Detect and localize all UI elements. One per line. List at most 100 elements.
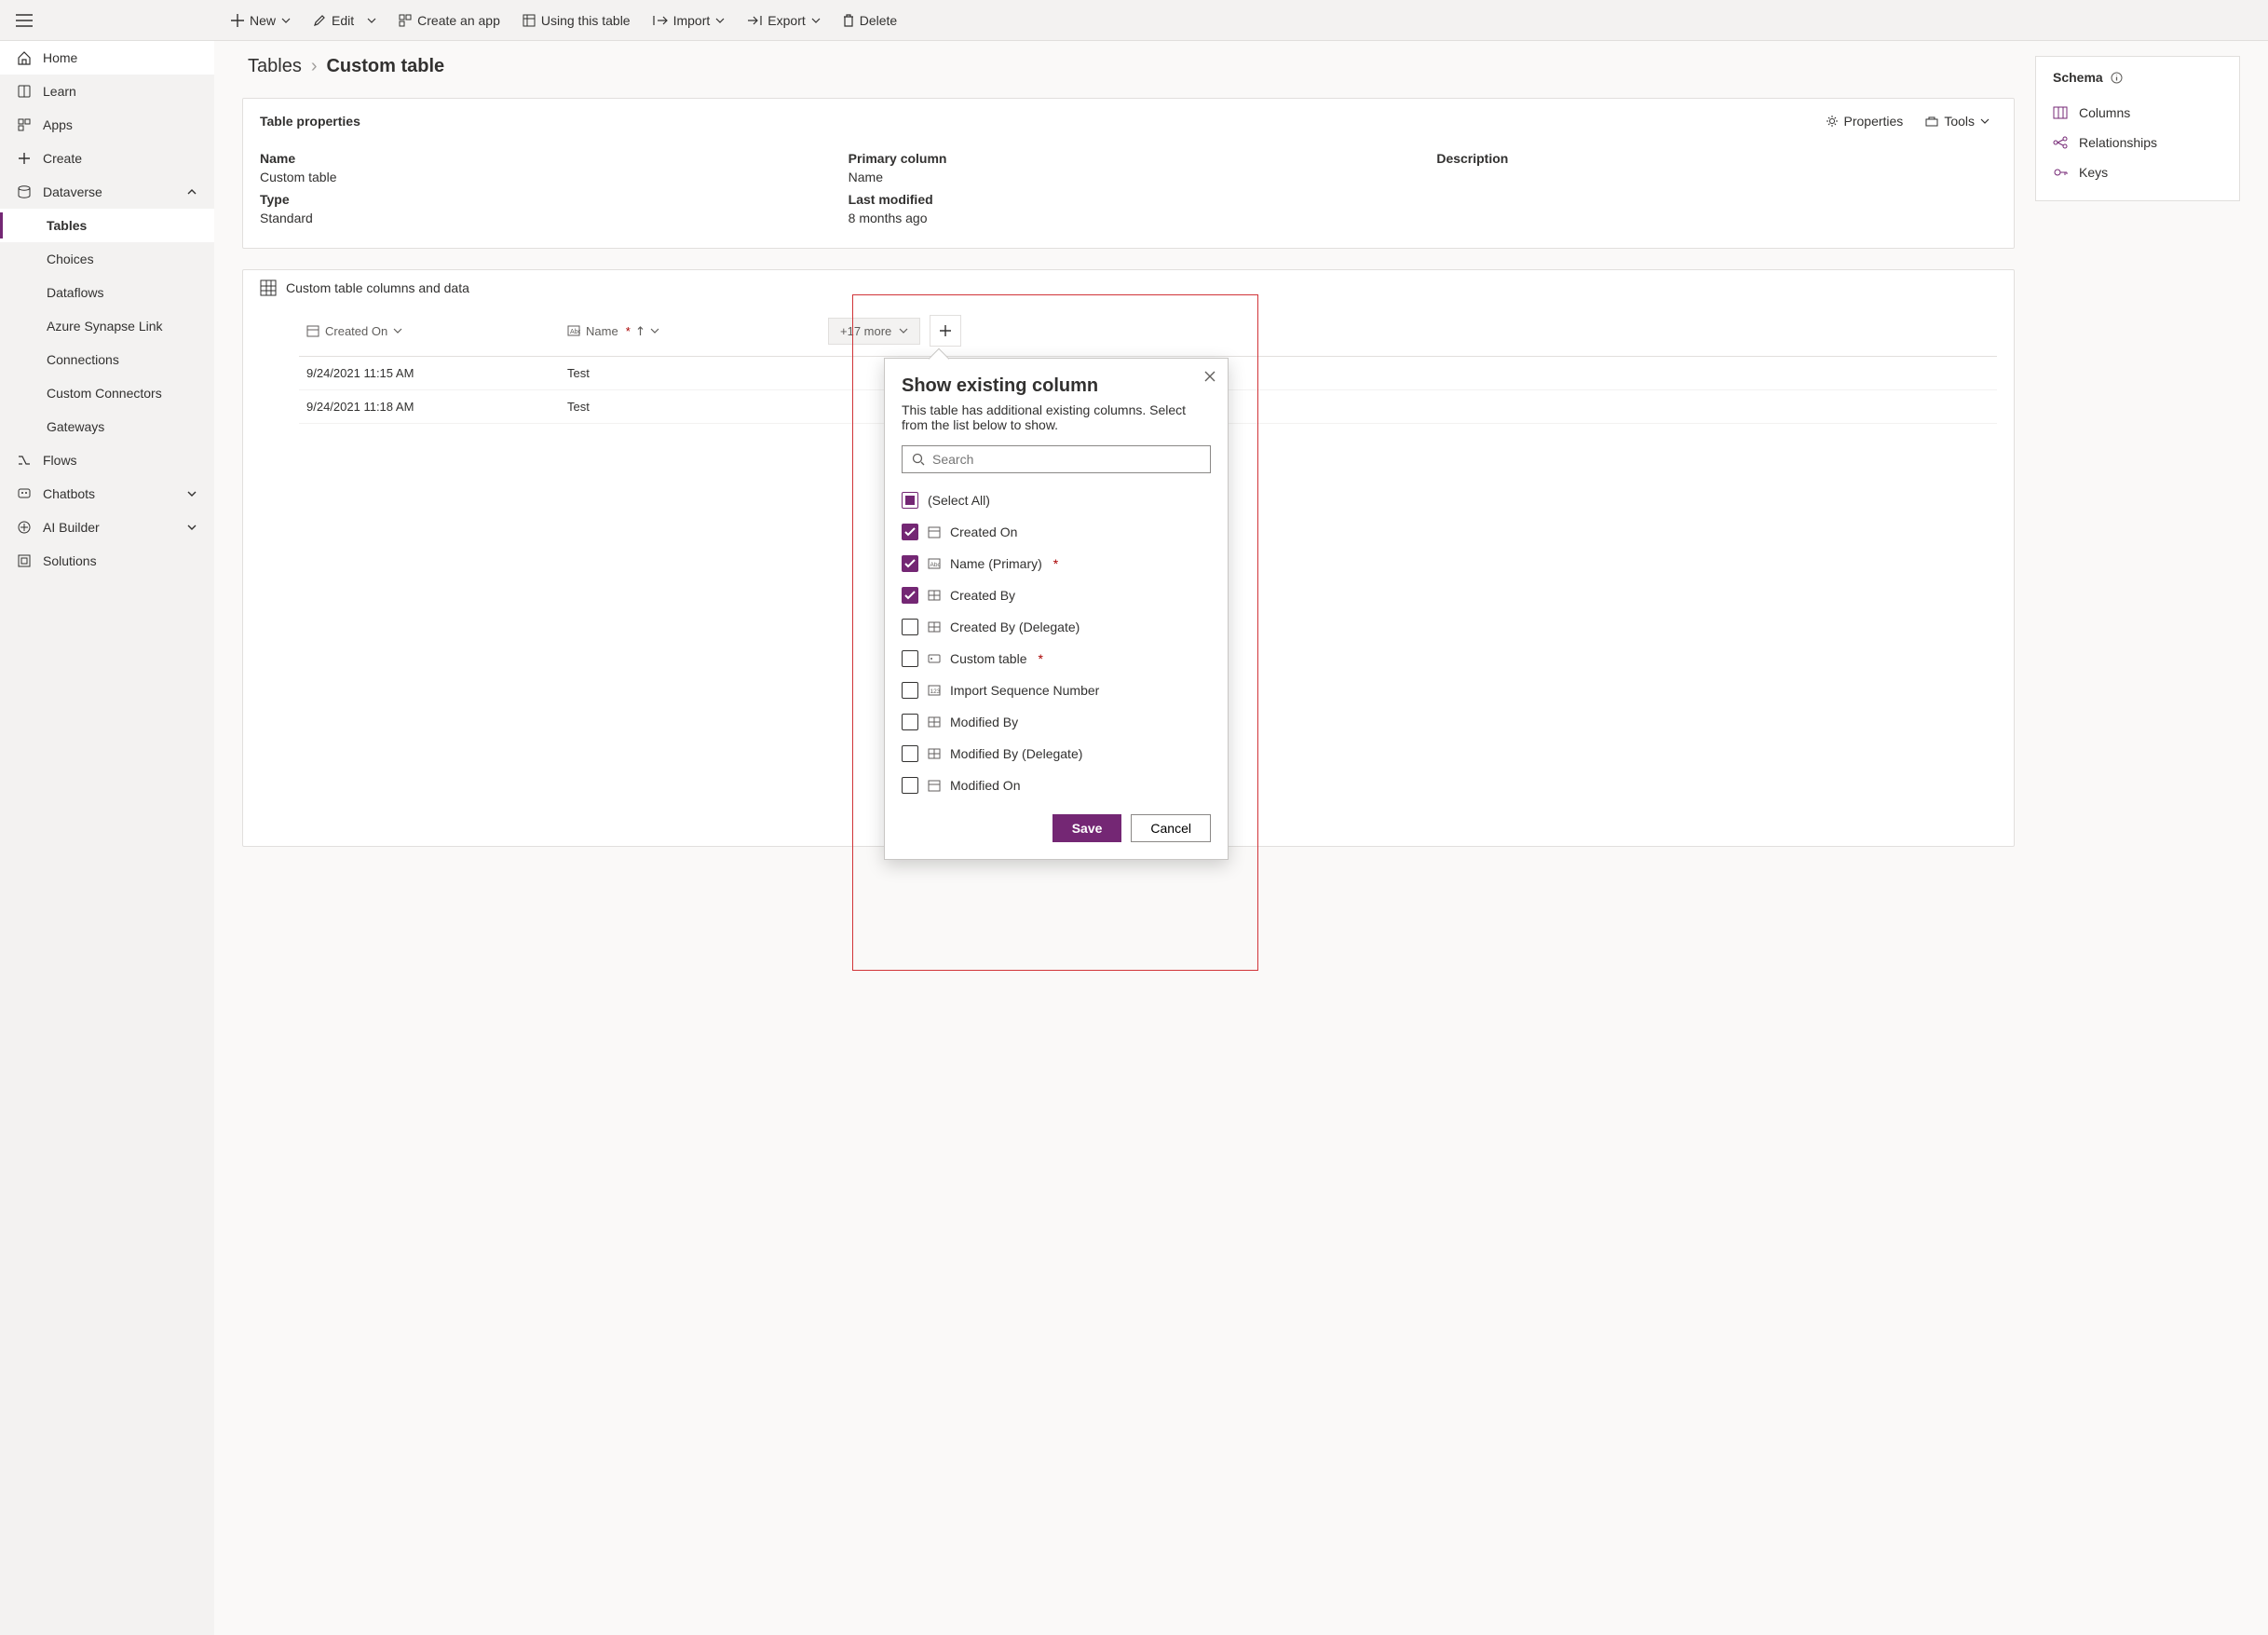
import-icon: [653, 15, 668, 26]
column-checkbox[interactable]: [902, 650, 918, 667]
nav-apps[interactable]: Apps: [0, 108, 214, 142]
text-icon: Abc: [928, 557, 941, 570]
primary-column-label: Primary column: [849, 151, 1409, 166]
edit-button[interactable]: Edit: [304, 7, 386, 34]
search-input-wrapper[interactable]: [902, 445, 1211, 473]
column-checkbox[interactable]: [902, 524, 918, 540]
breadcrumb: Tables › Custom table: [242, 56, 2015, 77]
lookup-icon: [928, 620, 941, 634]
select-all-item[interactable]: (Select All): [902, 484, 1205, 516]
more-columns-button[interactable]: +17 more: [828, 318, 920, 345]
column-item[interactable]: Modified By (Delegate): [902, 738, 1205, 770]
popover-close-button[interactable]: [1203, 370, 1216, 383]
delete-button[interactable]: Delete: [834, 7, 906, 34]
create-app-button[interactable]: Create an app: [389, 7, 509, 34]
nav-home-label: Home: [43, 50, 77, 65]
nav-flows[interactable]: Flows: [0, 443, 214, 477]
gear-icon: [1826, 115, 1839, 128]
nav-create-label: Create: [43, 151, 82, 166]
schema-relationships[interactable]: Relationships: [2053, 128, 2222, 157]
column-header-created-on[interactable]: Created On: [299, 306, 560, 356]
select-all-checkbox[interactable]: [902, 492, 918, 509]
nav-ai-builder-label: AI Builder: [43, 520, 100, 535]
cell-created-on: 9/24/2021 11:18 AM: [299, 390, 560, 423]
column-checkbox[interactable]: [902, 587, 918, 604]
data-grid-card: Custom table columns and data Created On…: [242, 269, 2015, 847]
using-table-button[interactable]: Using this table: [513, 7, 640, 34]
column-item[interactable]: 123 Import Sequence Number: [902, 674, 1205, 706]
name-label: Name: [260, 151, 821, 166]
data-grid-title: Custom table columns and data: [286, 280, 469, 295]
column-header-name[interactable]: Abc Name *: [560, 306, 821, 356]
toolbox-icon: [1925, 115, 1938, 128]
nav-synapse[interactable]: Azure Synapse Link: [0, 309, 214, 343]
edit-label: Edit: [332, 13, 354, 28]
chevron-down-icon: [715, 16, 725, 25]
nav-dataflows[interactable]: Dataflows: [0, 276, 214, 309]
column-item-label: Modified By: [950, 715, 1018, 729]
solutions-icon: [17, 553, 32, 568]
search-input[interactable]: [932, 452, 1201, 467]
import-button[interactable]: Import: [644, 7, 735, 34]
cancel-button[interactable]: Cancel: [1131, 814, 1211, 842]
column-item[interactable]: Modified On: [902, 770, 1205, 801]
nav-choices-label: Choices: [47, 252, 94, 266]
plus-icon: [939, 324, 952, 337]
nav-dataverse[interactable]: Dataverse: [0, 175, 214, 209]
nav-custom-connectors[interactable]: Custom Connectors: [0, 376, 214, 410]
column-checkbox[interactable]: [902, 714, 918, 730]
column-item[interactable]: Modified By: [902, 706, 1205, 738]
save-button[interactable]: Save: [1053, 814, 1122, 842]
nav-choices[interactable]: Choices: [0, 242, 214, 276]
column-item[interactable]: Custom table*: [902, 643, 1205, 674]
chevron-down-icon: [1980, 116, 1990, 126]
export-icon: [747, 15, 762, 26]
date-icon: [928, 525, 941, 538]
tools-button[interactable]: Tools: [1918, 110, 1997, 132]
date-icon: [306, 324, 319, 337]
table-properties-card: Table properties Properties Tools: [242, 98, 2015, 249]
column-checkbox[interactable]: [902, 682, 918, 699]
add-column-button[interactable]: [930, 315, 961, 347]
column-item-label: Created On: [950, 525, 1017, 539]
schema-keys[interactable]: Keys: [2053, 157, 2222, 187]
date-icon: [928, 779, 941, 792]
schema-keys-label: Keys: [2079, 165, 2108, 180]
new-button[interactable]: New: [222, 7, 300, 34]
app-icon: [399, 14, 412, 27]
home-icon: [17, 50, 32, 65]
book-icon: [17, 84, 32, 99]
nav-chatbots[interactable]: Chatbots: [0, 477, 214, 511]
properties-button[interactable]: Properties: [1818, 110, 1911, 132]
schema-columns[interactable]: Columns: [2053, 98, 2222, 128]
export-label: Export: [767, 13, 805, 28]
info-icon[interactable]: [2111, 72, 2123, 84]
text-icon: Abc: [567, 324, 580, 337]
column-item[interactable]: Created By (Delegate): [902, 611, 1205, 643]
column-item[interactable]: Created By: [902, 579, 1205, 611]
breadcrumb-tables[interactable]: Tables: [248, 56, 302, 77]
description-label: Description: [1436, 151, 1997, 166]
tools-label: Tools: [1944, 114, 1975, 129]
column-checkbox[interactable]: [902, 555, 918, 572]
nav-create[interactable]: Create: [0, 142, 214, 175]
column-checkbox[interactable]: [902, 619, 918, 635]
column-item[interactable]: Created On: [902, 516, 1205, 548]
nav-custom-connectors-label: Custom Connectors: [47, 386, 162, 401]
column-checkbox[interactable]: [902, 777, 918, 794]
primary-column-value: Name: [849, 170, 1409, 184]
export-button[interactable]: Export: [738, 7, 829, 34]
column-item[interactable]: Abc Name (Primary)*: [902, 548, 1205, 579]
column-item-label: Created By: [950, 588, 1015, 603]
delete-label: Delete: [860, 13, 897, 28]
nav-connections[interactable]: Connections: [0, 343, 214, 376]
nav-learn[interactable]: Learn: [0, 75, 214, 108]
hamburger-menu-button[interactable]: [7, 4, 41, 37]
trash-icon: [843, 14, 854, 27]
nav-gateways[interactable]: Gateways: [0, 410, 214, 443]
nav-tables[interactable]: Tables: [0, 209, 214, 242]
nav-home[interactable]: Home: [0, 41, 214, 75]
column-checkbox[interactable]: [902, 745, 918, 762]
nav-solutions[interactable]: Solutions: [0, 544, 214, 578]
nav-ai-builder[interactable]: AI Builder: [0, 511, 214, 544]
